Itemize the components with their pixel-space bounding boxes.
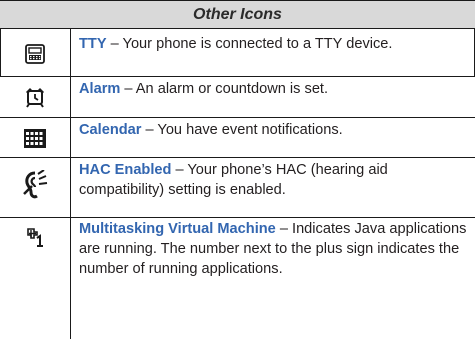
row-text: Alarm – An alarm or countdown is set.	[79, 79, 469, 99]
row-text: HAC Enabled – Your phone’s HAC (hearing …	[79, 160, 469, 200]
table-row: HAC Enabled – Your phone’s HAC (hearing …	[0, 158, 475, 217]
table-row: Calendar – You have event notifications.	[0, 118, 475, 157]
row-term: TTY	[79, 36, 107, 52]
table-header: Other Icons	[0, 0, 475, 29]
table-title: Other Icons	[193, 6, 282, 23]
row-description: Your phone is connected to a TTY device.	[122, 36, 393, 52]
row-dash: –	[141, 122, 158, 138]
row-text: Calendar – You have event notifications.	[79, 120, 469, 140]
row-text: Multitasking Virtual Machine – Indicates…	[79, 219, 469, 279]
row-dash: –	[171, 162, 188, 178]
table-row: Alarm – An alarm or countdown is set.	[0, 77, 475, 117]
row-dash: –	[106, 36, 123, 52]
calendar-icon	[12, 127, 58, 149]
alarm-clock-icon	[12, 86, 58, 108]
row-term: Alarm	[79, 81, 121, 97]
row-term: HAC Enabled	[79, 162, 172, 178]
hac-hearing-aid-icon	[12, 170, 58, 200]
row-term: Multitasking Virtual Machine	[79, 221, 276, 237]
row-term: Calendar	[79, 122, 142, 138]
multitasking-icon	[12, 226, 58, 248]
tty-icon	[12, 43, 58, 65]
row-dash: –	[275, 221, 293, 237]
table-row: Multitasking Virtual Machine – Indicates…	[0, 218, 475, 339]
row-dash: –	[120, 81, 136, 97]
row-text: TTY – Your phone is connected to a TTY d…	[79, 34, 469, 54]
row-description: An alarm or countdown is set.	[135, 81, 329, 97]
table-row: TTY – Your phone is connected to a TTY d…	[0, 29, 475, 76]
row-description: You have event notifications.	[157, 122, 343, 138]
icon-table: Other Icons TTY – Your phone is connecte…	[0, 0, 475, 339]
